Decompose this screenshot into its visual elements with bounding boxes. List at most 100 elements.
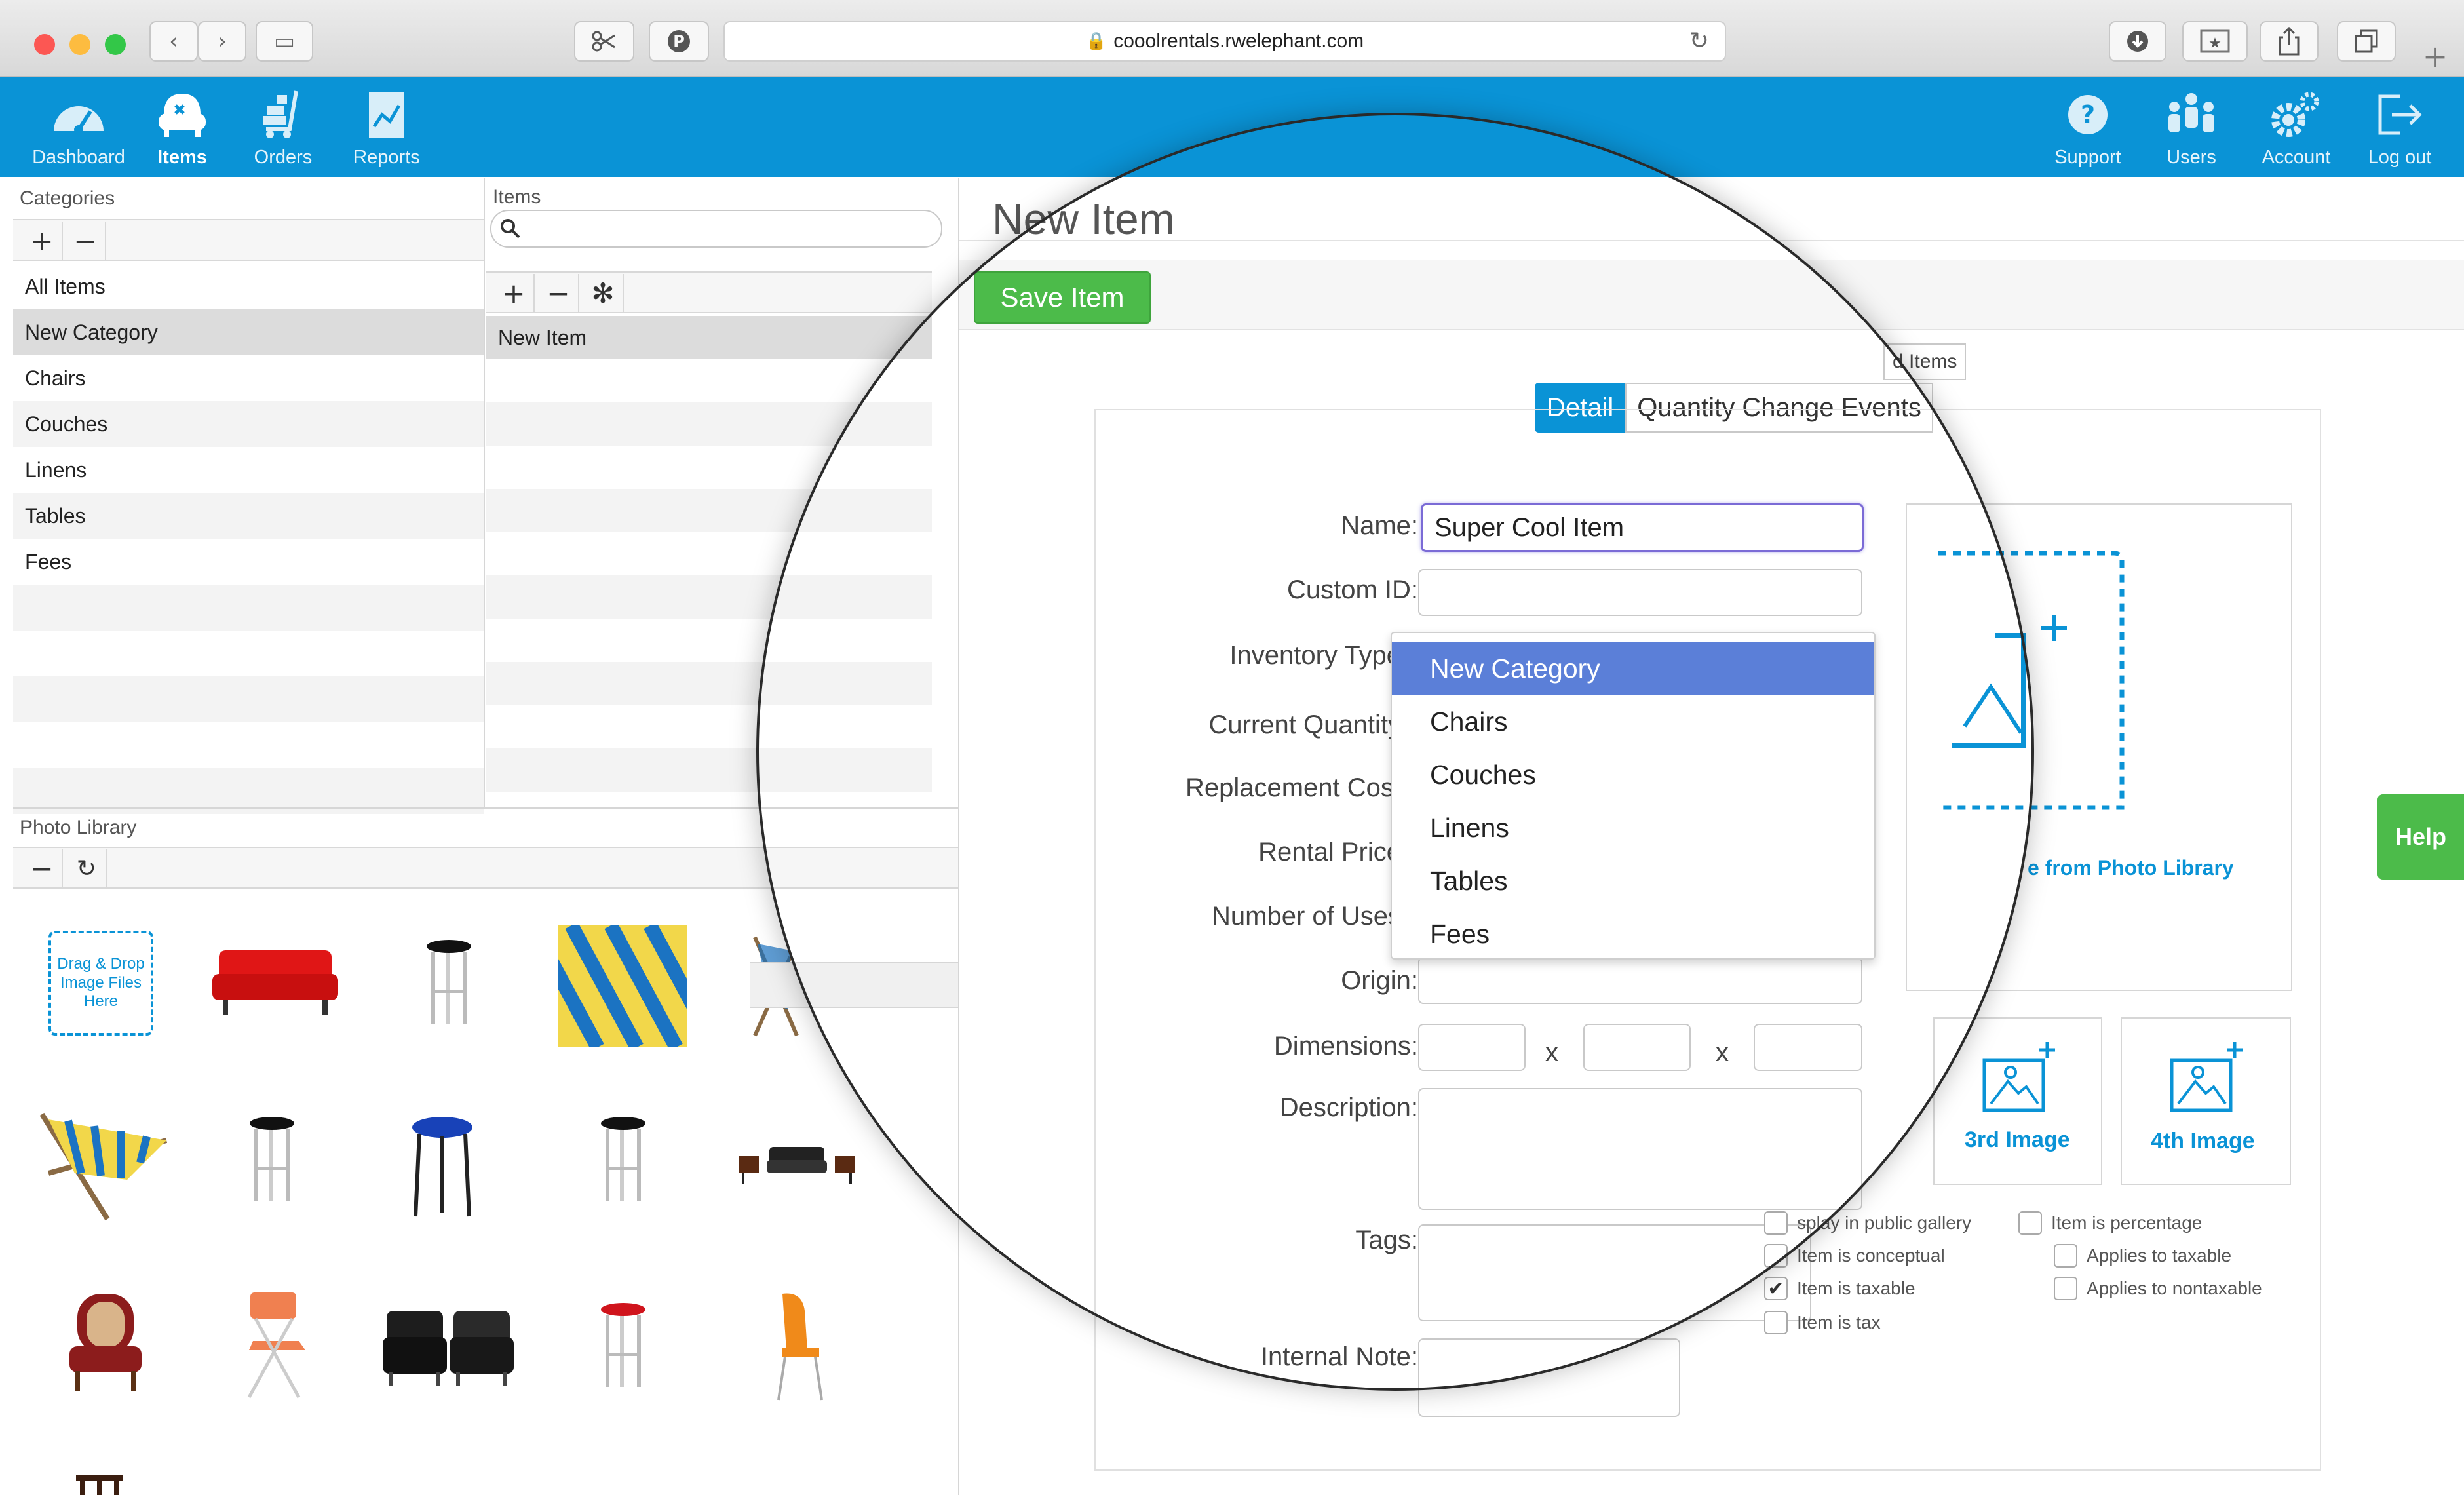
category-item[interactable]: Chairs (13, 355, 484, 401)
items-search-input[interactable] (490, 210, 942, 248)
zoom-window-icon[interactable] (105, 34, 126, 55)
pinterest-button[interactable]: P (649, 21, 709, 62)
sidebar-toggle-button[interactable]: ▭ (256, 21, 313, 62)
photo-orange-chair[interactable] (763, 1291, 828, 1403)
nav-label: Account (2262, 147, 2331, 168)
public-gallery-checkbox[interactable]: splay in public gallery (1764, 1211, 1971, 1235)
dropdown-option[interactable]: New Category (1392, 642, 1874, 695)
nav-logout[interactable]: Log out (2347, 85, 2452, 174)
nav-users[interactable]: Users (2139, 85, 2244, 174)
dropdown-option[interactable]: Chairs (1392, 695, 1874, 748)
category-item[interactable]: Tables (13, 493, 484, 539)
photo-folding-chair[interactable] (236, 1289, 315, 1400)
photo-black-stool[interactable] (242, 1114, 301, 1206)
nav-dashboard[interactable]: Dashboard (26, 85, 131, 174)
dropdown-option[interactable]: Tables (1392, 855, 1874, 908)
photo-beach-chair[interactable] (35, 1101, 173, 1226)
help-button[interactable]: Help (2377, 794, 2464, 880)
item-taxable-checkbox[interactable]: ✔ Item is taxable (1764, 1277, 1915, 1300)
address-bar[interactable]: 🔒 cooolrentals.rwelephant.com ↻ (723, 21, 1726, 62)
item-conceptual-checkbox[interactable]: Item is conceptual (1764, 1244, 1945, 1268)
inventory-type-dropdown[interactable]: New Category Chairs Couches Linens Table… (1391, 632, 1876, 960)
fourth-image-box[interactable] (2121, 1017, 2291, 1185)
dimension-width-input[interactable] (1583, 1024, 1691, 1071)
reports-icon (369, 92, 404, 138)
photo-red-sofa[interactable] (210, 937, 341, 1022)
save-item-button[interactable]: Save Item (974, 271, 1151, 324)
checkbox-label: Applies to taxable (2087, 1245, 2232, 1266)
items-icon (159, 94, 206, 137)
svg-text:P: P (673, 32, 685, 50)
photo-library-link[interactable]: e from Photo Library (2028, 856, 2234, 880)
category-item[interactable]: Linens (13, 447, 484, 493)
photo-red-stool[interactable] (594, 1300, 653, 1392)
nav-label: Items (157, 147, 207, 168)
add-item-button[interactable]: + (494, 274, 535, 312)
photo-blue-stool[interactable] (406, 1114, 478, 1219)
photo-leather-chairs[interactable] (383, 1304, 514, 1389)
nav-reports[interactable]: Reports (334, 85, 439, 174)
remove-item-button[interactable]: − (539, 274, 579, 312)
photo-armchair[interactable] (63, 1289, 148, 1393)
reload-icon[interactable]: ↻ (1689, 28, 1709, 54)
category-item[interactable]: Fees (13, 539, 484, 585)
remove-category-button[interactable]: − (66, 222, 106, 260)
downloads-button[interactable] (2109, 21, 2166, 62)
category-item[interactable]: All Items (13, 263, 484, 309)
pane-splitter[interactable] (750, 962, 958, 1008)
photo-lounge-set[interactable] (737, 1140, 857, 1186)
nav-account[interactable]: Account (2244, 85, 2349, 174)
pane-divider (13, 807, 958, 809)
share-icon (2279, 27, 2300, 56)
tags-input[interactable] (1418, 1224, 1811, 1321)
photo-black-stool[interactable] (419, 937, 478, 1029)
category-item[interactable]: New Category (13, 309, 484, 355)
category-label: Couches (25, 412, 108, 436)
description-label: Description: (1279, 1093, 1418, 1122)
share-button[interactable] (2260, 21, 2319, 62)
dimension-height-input[interactable] (1754, 1024, 1862, 1071)
dimensions-label: Dimensions: (1273, 1032, 1418, 1060)
custom-id-input[interactable] (1418, 569, 1862, 616)
clip-extension-button[interactable] (574, 21, 634, 62)
tabs-overview-button[interactable] (2337, 21, 2396, 62)
refresh-photos-button[interactable]: ↻ (67, 849, 107, 887)
photo-table-partial[interactable] (73, 1471, 132, 1495)
back-button[interactable]: ‹ (149, 21, 198, 62)
close-window-icon[interactable] (34, 34, 55, 55)
reading-list-button[interactable]: ★ (2182, 21, 2248, 62)
category-item[interactable]: Couches (13, 401, 484, 447)
dropdown-option[interactable]: Fees (1392, 908, 1874, 961)
list-item[interactable]: New Item (486, 316, 932, 359)
add-category-button[interactable]: + (22, 222, 63, 260)
internal-note-label: Internal Note: (1260, 1342, 1418, 1371)
checkbox-label: Applies to nontaxable (2087, 1278, 2262, 1298)
photo-dropzone[interactable]: Drag & Drop Image Files Here (48, 931, 153, 1036)
new-tab-icon[interactable]: + (2416, 37, 2455, 76)
item-percentage-checkbox[interactable]: Item is percentage (2018, 1211, 2202, 1235)
item-actions-button[interactable]: ✻ (583, 274, 624, 312)
nav-support[interactable]: ? Support (2035, 85, 2140, 174)
remove-photo-button[interactable]: − (22, 849, 63, 887)
minimize-window-icon[interactable] (69, 34, 90, 55)
photo-black-stool[interactable] (594, 1114, 653, 1206)
nav-items[interactable]: Items (130, 85, 235, 174)
applies-nontaxable-checkbox[interactable]: Applies to nontaxable (2054, 1277, 2262, 1300)
origin-input[interactable] (1418, 957, 1862, 1004)
item-tax-checkbox[interactable]: Item is tax (1764, 1311, 1881, 1334)
forward-button[interactable]: › (198, 21, 246, 62)
dropdown-option[interactable]: Linens (1392, 802, 1874, 855)
gear-icon (2271, 92, 2319, 137)
description-textarea[interactable] (1418, 1088, 1862, 1210)
photo-striped-fabric[interactable] (558, 925, 687, 1047)
lock-icon: 🔒 (1085, 31, 1107, 51)
applies-taxable-checkbox[interactable]: Applies to taxable (2054, 1244, 2231, 1268)
tab-related-items[interactable]: d Items (1883, 343, 1967, 380)
third-image-box[interactable] (1933, 1017, 2102, 1185)
internal-note-textarea[interactable] (1418, 1338, 1680, 1417)
dropdown-option[interactable]: Couches (1392, 748, 1874, 802)
nav-orders[interactable]: Orders (231, 85, 336, 174)
dimension-length-input[interactable] (1418, 1024, 1526, 1071)
name-input[interactable]: Super Cool Item (1421, 503, 1864, 552)
support-icon: ? (2068, 95, 2108, 134)
